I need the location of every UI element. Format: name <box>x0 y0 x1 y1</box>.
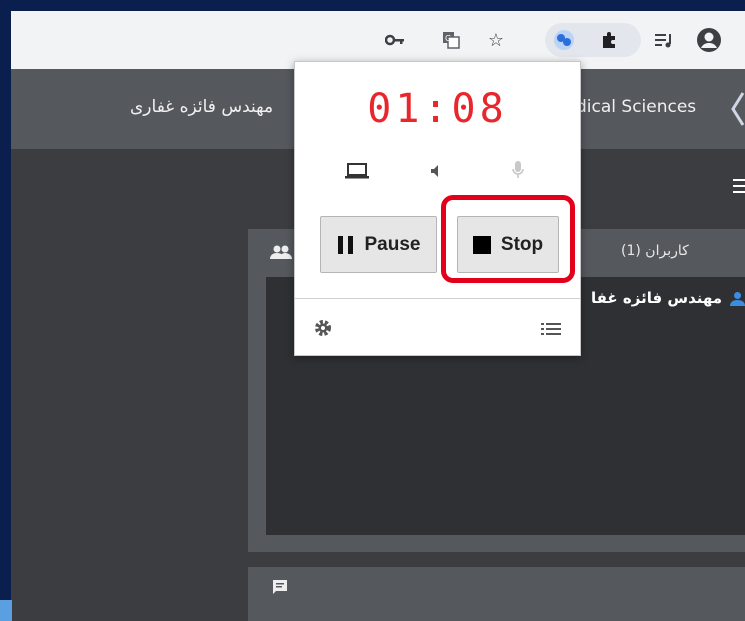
pause-icon <box>337 235 353 254</box>
svg-text:G: G <box>445 34 451 43</box>
translate-icon[interactable]: G <box>436 25 466 55</box>
star-icon[interactable]: ☆ <box>481 25 511 55</box>
chat-icon[interactable] <box>272 579 288 595</box>
stop-highlight-box <box>441 195 575 283</box>
chat-panel <box>248 567 745 621</box>
laptop-icon[interactable] <box>345 163 369 179</box>
chevron-left-icon[interactable] <box>731 91 745 127</box>
pause-label: Pause <box>364 233 421 255</box>
users-header: کاربران (1) <box>621 243 689 259</box>
microphone-icon[interactable] <box>511 160 525 180</box>
user-entry[interactable]: مهندس فائزه غفا <box>591 289 722 307</box>
puzzle-icon[interactable] <box>594 25 624 55</box>
presenter-name: مهندس فائزه غفاری <box>130 97 274 117</box>
gear-icon[interactable] <box>313 318 333 338</box>
list-icon[interactable] <box>541 322 561 336</box>
pause-button[interactable]: Pause <box>320 216 437 273</box>
media-queue-icon[interactable] <box>649 25 679 55</box>
users-icon <box>270 245 292 259</box>
taskbar-edge <box>0 600 12 621</box>
user-icon <box>730 292 745 306</box>
recording-timer: 01:08 <box>367 86 508 132</box>
popup-divider <box>295 298 580 299</box>
key-icon[interactable] <box>380 25 410 55</box>
org-name: dical Sciences <box>576 97 697 117</box>
speaker-icon[interactable] <box>430 164 444 178</box>
menu-icon[interactable] <box>733 179 745 197</box>
extension-recorder-icon[interactable] <box>549 25 579 55</box>
account-icon[interactable] <box>694 25 724 55</box>
